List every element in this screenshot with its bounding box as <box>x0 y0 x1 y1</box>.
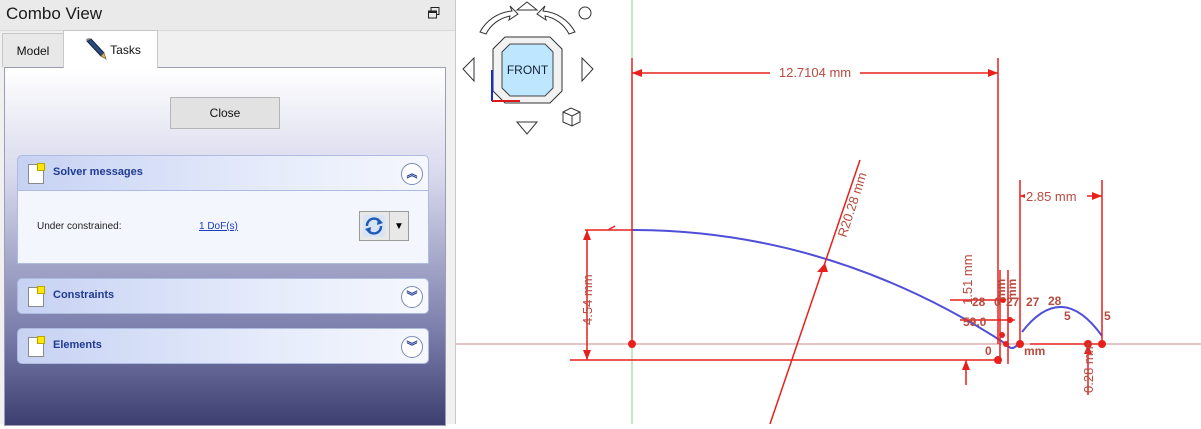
label-mm2: mm <box>1005 279 1019 300</box>
expand-icon[interactable]: ︾ <box>401 286 423 308</box>
small-arc-geometry[interactable] <box>1021 306 1103 337</box>
combo-view-tabs: Model Tasks <box>0 30 455 68</box>
constraints-section: Constraints ︾ <box>17 278 429 314</box>
nav-down-arrow-icon[interactable] <box>515 121 539 135</box>
constraints-title: Constraints <box>53 289 115 301</box>
nav-left-arrow-icon[interactable] <box>462 56 475 83</box>
rotate-left-icon[interactable] <box>479 5 519 35</box>
refresh-split-button[interactable]: ▼ <box>359 211 409 241</box>
float-window-icon[interactable] <box>428 7 440 19</box>
close-button[interactable]: Close <box>170 97 280 129</box>
task-panel: Close Solver messages ︽ Under constraine… <box>4 67 446 426</box>
dim-height[interactable]: 4.54 mm <box>580 274 595 325</box>
combo-view-titlebar: Combo View <box>0 0 455 31</box>
dropdown-arrow-icon[interactable]: ▼ <box>389 212 408 240</box>
solver-messages-header[interactable]: Solver messages ︽ <box>17 155 429 191</box>
dim-radius[interactable]: R20.28 mm <box>835 170 870 239</box>
label-27b: 27 <box>1026 295 1040 309</box>
view-menu-icon[interactable] <box>578 6 592 20</box>
label-59: 59.0 <box>963 315 987 329</box>
pencil-icon <box>86 38 107 60</box>
arc-geometry[interactable] <box>631 229 1007 345</box>
navcube-face-label: FRONT <box>507 63 549 77</box>
constraint-lines <box>570 58 1103 425</box>
constraints-header[interactable]: Constraints ︾ <box>17 278 429 314</box>
nav-up-arrow-icon[interactable] <box>515 1 539 11</box>
label-28b: 28 <box>1048 294 1062 308</box>
tab-model-label: Model <box>16 43 50 58</box>
tab-model[interactable]: Model <box>2 33 64 67</box>
label-0b: 0 <box>985 344 992 358</box>
3d-sketch-view[interactable]: FRONT 12.7104 mm R20.28 mm 4.54 mm 2.85 … <box>456 0 1201 425</box>
document-icon <box>28 163 45 184</box>
dim-offset[interactable]: 0.28 mm <box>1081 342 1096 393</box>
label-mm3: mm <box>1024 344 1045 358</box>
combo-view-title: Combo View <box>6 4 103 23</box>
label-5a: 5 <box>1064 309 1071 323</box>
expand-icon[interactable]: ︾ <box>401 336 423 358</box>
sketch-canvas[interactable]: FRONT 12.7104 mm R20.28 mm 4.54 mm 2.85 … <box>456 0 1201 425</box>
label-5b: 5 <box>1104 309 1111 323</box>
solver-status-label: Under constrained: <box>37 221 122 232</box>
solver-messages-section: Solver messages ︽ Under constrained: 1 D… <box>17 155 429 264</box>
elements-section: Elements ︾ <box>17 328 429 364</box>
navigation-cube[interactable]: FRONT <box>462 1 594 135</box>
tab-tasks[interactable]: Tasks <box>63 30 158 68</box>
nav-right-arrow-icon[interactable] <box>581 56 594 83</box>
solver-messages-title: Solver messages <box>53 166 143 178</box>
label-28a: 28 <box>972 295 986 309</box>
rotate-right-icon[interactable] <box>536 5 576 35</box>
collapse-icon[interactable]: ︽ <box>401 163 423 185</box>
dim-arc-width[interactable]: 2.85 mm <box>1026 189 1077 204</box>
isometric-view-icon[interactable] <box>562 107 581 127</box>
document-icon <box>28 336 45 357</box>
dim-horizontal-length[interactable]: 12.7104 mm <box>779 65 851 80</box>
solver-messages-body: Under constrained: 1 DoF(s) ▼ <box>17 191 429 264</box>
elements-title: Elements <box>53 339 102 351</box>
elements-header[interactable]: Elements ︾ <box>17 328 429 364</box>
dof-link[interactable]: 1 DoF(s) <box>199 221 238 232</box>
refresh-icon[interactable] <box>363 215 385 237</box>
combo-view-panel: Combo View Model Tasks Close Solver mess… <box>0 0 456 426</box>
tab-tasks-label: Tasks <box>110 42 141 57</box>
document-icon <box>28 286 45 307</box>
